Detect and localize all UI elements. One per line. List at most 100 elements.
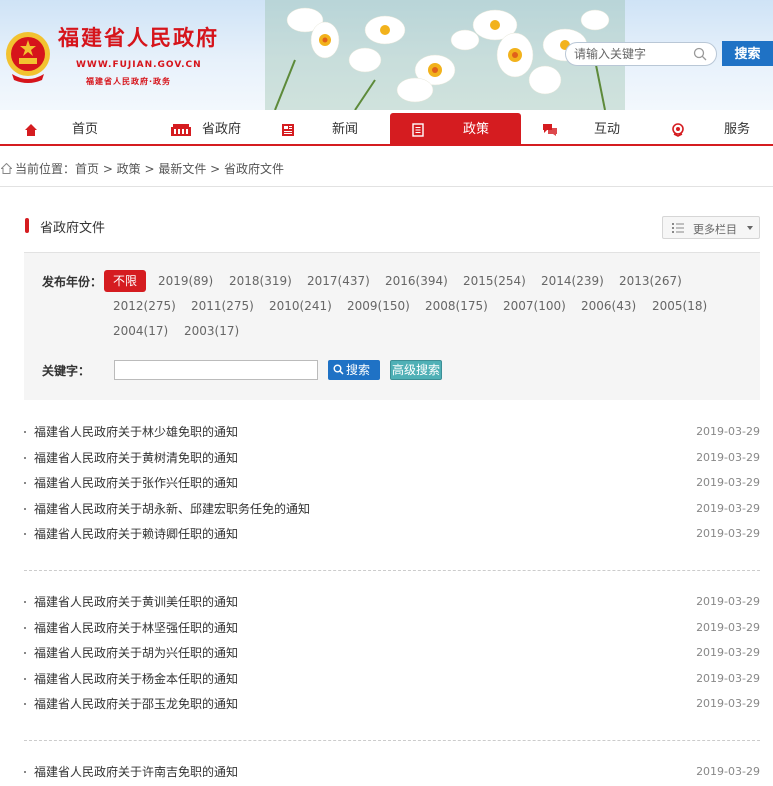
document-date: 2019-03-29 (696, 527, 760, 540)
year-option[interactable]: 2017(437) (307, 270, 370, 292)
bullet-icon (24, 507, 26, 510)
search-icon[interactable] (693, 47, 707, 61)
chat-icon (543, 124, 557, 136)
nav-label: 新闻 (332, 122, 359, 137)
year-filter-label: 发布年份： (42, 275, 103, 289)
nav-item-government[interactable]: 省政府 (130, 113, 260, 146)
document-date: 2019-03-29 (696, 595, 760, 608)
document-date: 2019-03-29 (696, 671, 760, 685)
document-row[interactable]: 福建省人民政府关于胡为兴任职的通知 2019-03-29 (24, 643, 760, 663)
year-option[interactable]: 2004(17) (113, 320, 168, 342)
year-option[interactable]: 2016(394) (385, 270, 448, 292)
document-date: 2019-03-29 (696, 697, 760, 710)
document-row[interactable]: 福建省人民政府关于赖诗卿任职的通知 2019-03-29 (24, 524, 760, 544)
bullet-icon (24, 703, 26, 705)
section-title: 省政府文件 (40, 221, 106, 236)
year-option[interactable]: 2009(150) (347, 295, 410, 317)
year-option[interactable]: 2007(100) (503, 295, 566, 317)
keyword-label: 关键字： (42, 364, 91, 378)
header-search-button[interactable]: 搜索 (722, 41, 773, 66)
year-option[interactable]: 2003(17) (184, 320, 239, 342)
document-title[interactable]: 福建省人民政府关于邵玉龙免职的通知 (34, 694, 238, 714)
document-title[interactable]: 福建省人民政府关于张作兴任职的通知 (34, 473, 238, 493)
document-title[interactable]: 福建省人民政府关于黄树清免职的通知 (34, 448, 238, 468)
year-option[interactable]: 2006(43) (581, 295, 636, 317)
group-divider (24, 740, 760, 741)
nav-item-policy[interactable]: 政策 (390, 113, 521, 146)
document-date: 2019-03-29 (696, 765, 760, 778)
year-option[interactable]: 2012(275) (113, 295, 176, 317)
year-option[interactable]: 2005(18) (652, 295, 707, 317)
document-title[interactable]: 福建省人民政府关于胡永新、邱建宏职务任免的通知 (34, 499, 310, 519)
document-row[interactable]: 福建省人民政府关于黄树清免职的通知 2019-03-29 (24, 448, 760, 468)
section-marker (25, 218, 29, 233)
year-option[interactable]: 2019(89) (158, 270, 213, 292)
nav-item-interaction[interactable]: 互动 (521, 113, 651, 146)
year-option[interactable]: 2010(241) (269, 295, 332, 317)
site-title: 福建省人民政府 (58, 25, 219, 50)
service-icon (672, 123, 684, 137)
bullet-icon (24, 482, 26, 484)
site-url: WWW.FUJIAN.GOV.CN (76, 60, 202, 70)
advanced-search-button[interactable]: 高级搜索 (390, 360, 442, 380)
document-icon (412, 123, 424, 137)
document-title[interactable]: 福建省人民政府关于胡为兴任职的通知 (34, 643, 238, 663)
document-row[interactable]: 福建省人民政府关于胡永新、邱建宏职务任免的通知 2019-03-29 (24, 499, 760, 519)
search-icon (333, 364, 344, 375)
breadcrumb-text[interactable]: 当前位置：首页 > 政策 > 最新文件 > 省政府文件 (15, 160, 284, 178)
document-row[interactable]: 福建省人民政府关于邵玉龙免职的通知 2019-03-29 (24, 694, 760, 714)
document-row[interactable]: 福建省人民政府关于林少雄免职的通知 2019-03-29 (24, 422, 760, 442)
filter-search-label: 搜索 (346, 363, 371, 377)
group-divider (24, 570, 760, 571)
site-subtitle: 福建省人民政府·政务 (86, 77, 172, 86)
document-row[interactable]: 福建省人民政府关于杨金本任职的通知 2019-03-29 (24, 669, 760, 689)
main-nav: 首页 省政府 新闻 政策 互动 服务 (0, 113, 773, 146)
document-title[interactable]: 福建省人民政府关于林坚强任职的通知 (34, 618, 238, 638)
nav-label: 互动 (594, 122, 621, 137)
more-columns-label: 更多栏目 (693, 223, 737, 236)
nav-item-home[interactable]: 首页 (0, 113, 130, 146)
document-title[interactable]: 福建省人民政府关于黄训美任职的通知 (34, 592, 238, 612)
document-title[interactable]: 福建省人民政府关于林少雄免职的通知 (34, 422, 238, 442)
site-header: 福建省人民政府 WWW.FUJIAN.GOV.CN 福建省人民政府·政务 搜索 (0, 0, 773, 110)
keyword-input[interactable] (114, 360, 318, 380)
document-row[interactable]: 福建省人民政府关于张作兴任职的通知 2019-03-29 (24, 473, 760, 493)
chevron-down-icon (747, 226, 753, 230)
bullet-icon (24, 771, 26, 773)
year-option[interactable]: 2013(267) (619, 270, 682, 292)
more-columns-button[interactable]: 更多栏目 (662, 216, 760, 239)
document-title[interactable]: 福建省人民政府关于许南吉免职的通知 (34, 762, 238, 782)
nav-item-service[interactable]: 服务 (651, 113, 773, 146)
document-title[interactable]: 福建省人民政府关于杨金本任职的通知 (34, 669, 238, 689)
year-option[interactable]: 2015(254) (463, 270, 526, 292)
document-date: 2019-03-29 (696, 620, 760, 634)
home-icon (25, 124, 37, 136)
year-option[interactable]: 不限 (104, 270, 147, 292)
national-emblem-icon (6, 32, 50, 83)
nav-label: 政策 (463, 122, 490, 137)
year-option[interactable]: 2018(319) (229, 270, 292, 292)
bullet-icon (24, 652, 26, 654)
document-row[interactable]: 福建省人民政府关于许南吉免职的通知 2019-03-29 (24, 762, 760, 782)
bullet-icon (24, 431, 26, 433)
document-date: 2019-03-29 (696, 646, 760, 659)
document-row[interactable]: 福建省人民政府关于黄训美任职的通知 2019-03-29 (24, 592, 760, 612)
bullet-icon (24, 626, 26, 629)
document-date: 2019-03-29 (696, 450, 760, 464)
bullet-icon (24, 677, 26, 680)
filter-search-button[interactable]: 搜索 (328, 360, 380, 380)
year-option[interactable]: 2008(175) (425, 295, 488, 317)
bullet-icon (24, 456, 26, 459)
building-icon (171, 124, 191, 136)
filter-panel: 发布年份： 不限 2019(89) 2018(319) 2017(437) 20… (24, 253, 760, 400)
document-date: 2019-03-29 (696, 501, 760, 515)
divider (0, 186, 773, 187)
year-option[interactable]: 2011(275) (191, 295, 254, 317)
document-title[interactable]: 福建省人民政府关于赖诗卿任职的通知 (34, 524, 238, 544)
nav-item-news[interactable]: 新闻 (260, 113, 390, 146)
document-row[interactable]: 福建省人民政府关于林坚强任职的通知 2019-03-29 (24, 618, 760, 638)
year-option[interactable]: 2014(239) (541, 270, 604, 292)
home-icon (1, 163, 12, 174)
bullet-icon (24, 533, 26, 535)
nav-label: 首页 (72, 122, 99, 137)
